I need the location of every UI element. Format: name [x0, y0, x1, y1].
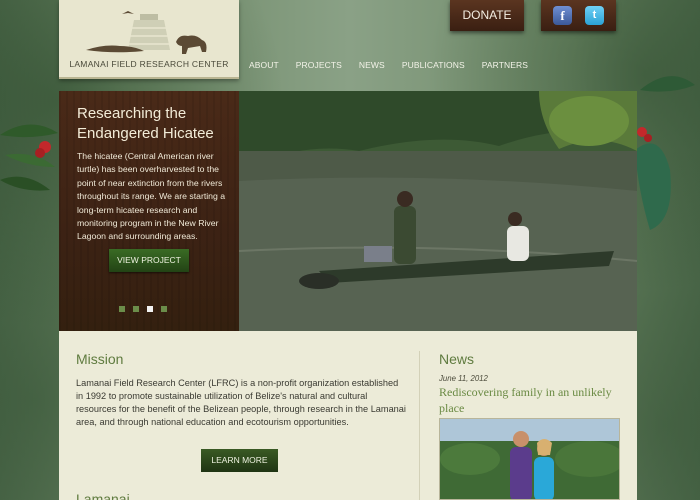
news-date: June 11, 2012: [439, 374, 488, 383]
slider-dot[interactable]: [133, 306, 139, 312]
social-links: f t: [541, 0, 616, 31]
slider-dot[interactable]: [119, 306, 125, 312]
news-heading: News: [439, 351, 475, 367]
mission-heading: Mission: [76, 351, 124, 367]
nav-news[interactable]: NEWS: [359, 60, 385, 70]
slider-dots: [119, 306, 167, 312]
donate-button[interactable]: DONATE: [450, 0, 524, 31]
slider-dot[interactable]: [161, 306, 167, 312]
temple-jaguar-crocodile-logo-icon: [86, 11, 207, 54]
nav-projects[interactable]: PROJECTS: [296, 60, 342, 70]
hero-description: The hicatee (Central American river turt…: [77, 151, 226, 242]
view-project-button[interactable]: VIEW PROJECT: [109, 249, 189, 272]
river-scene-image: [239, 91, 637, 331]
lamanai-heading: Lamanai: [76, 491, 130, 500]
nav-partners[interactable]: PARTNERS: [482, 60, 528, 70]
hero-photo: [239, 91, 637, 331]
site-logo[interactable]: LAMANAI FIELD RESEARCH CENTER: [59, 0, 239, 79]
hero-title: Researching the Endangered Hicatee: [77, 104, 237, 144]
nav-about[interactable]: ABOUT: [249, 60, 279, 70]
right-leaves-decoration: [635, 76, 695, 230]
hero-title-line1: Researching the: [77, 105, 187, 122]
main-nav: ABOUT PROJECTS NEWS PUBLICATIONS PARTNER…: [249, 60, 545, 70]
content-area: Mission Lamanai Field Research Center (L…: [59, 331, 637, 500]
logo-text: LAMANAI FIELD RESEARCH CENTER: [69, 59, 229, 69]
twitter-icon[interactable]: t: [585, 6, 604, 25]
learn-more-button[interactable]: LEARN MORE: [201, 449, 278, 472]
left-leaves-decoration: [0, 124, 58, 191]
news-photo[interactable]: [439, 418, 620, 500]
hero-text-panel: Researching the Endangered Hicatee The h…: [59, 91, 239, 331]
couple-photo-image: [440, 419, 619, 499]
hero-title-line2: Endangered Hicatee: [77, 125, 214, 142]
news-headline-link[interactable]: Rediscovering family in an unlikely plac…: [439, 384, 624, 416]
slider-dot-active[interactable]: [147, 306, 153, 312]
mission-text: Lamanai Field Research Center (LFRC) is …: [76, 378, 406, 427]
facebook-icon[interactable]: f: [553, 6, 572, 25]
nav-publications[interactable]: PUBLICATIONS: [402, 60, 465, 70]
column-divider: [419, 351, 420, 500]
